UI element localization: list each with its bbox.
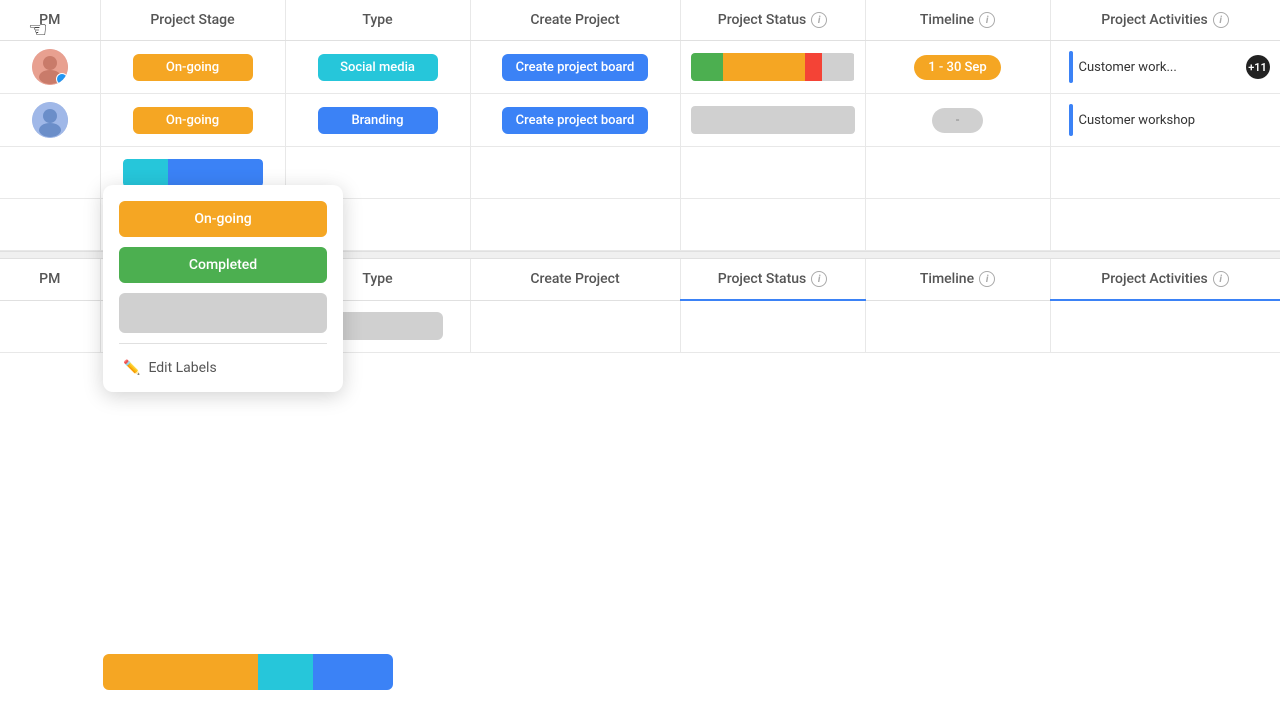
- avatar-2: [32, 102, 68, 138]
- timeline-info-icon[interactable]: i: [979, 12, 995, 28]
- type-cell-1[interactable]: Social media: [285, 41, 470, 94]
- dropdown-option-completed[interactable]: Completed: [119, 247, 327, 283]
- th-project-stage[interactable]: Project Stage: [100, 0, 285, 41]
- status-bar-2: [691, 106, 855, 134]
- empty-create-3: [470, 147, 680, 199]
- stage-badge-1[interactable]: On-going: [133, 54, 253, 81]
- avatar-badge-1: [56, 73, 68, 85]
- th2-project-status[interactable]: Project Status i: [680, 259, 865, 300]
- progress-bar-orange: [103, 654, 258, 690]
- timeline-pill-1: 1 - 30 Sep: [914, 55, 1000, 80]
- empty-create-4: [470, 199, 680, 251]
- activity-text-1: Customer work...: [1079, 60, 1240, 75]
- empty-pm-4: [0, 199, 100, 251]
- th-pm: PM: [0, 0, 100, 41]
- avatar-1: [32, 49, 68, 85]
- bottom-status-1: [680, 300, 865, 352]
- th-create-project[interactable]: Create Project: [470, 0, 680, 41]
- th2-project-activities[interactable]: Project Activities i: [1050, 259, 1280, 300]
- create-project-btn-1[interactable]: Create project board: [502, 54, 649, 81]
- timeline-dash-2: -: [932, 108, 984, 133]
- edit-labels-text[interactable]: Edit Labels: [148, 360, 216, 376]
- empty-pm-3: [0, 147, 100, 199]
- status-cell-1: [680, 41, 865, 94]
- empty-status-4: [680, 199, 865, 251]
- empty-timeline-4: [865, 199, 1050, 251]
- activities-cell-2: Customer workshop: [1050, 94, 1280, 147]
- table-row: On-going Social media Create project boa…: [0, 41, 1280, 94]
- activity-bar-2: [1069, 104, 1073, 136]
- dropdown-option-empty[interactable]: [119, 293, 327, 333]
- project-status-info-icon[interactable]: i: [811, 12, 827, 28]
- edit-labels-button[interactable]: ✏️ Edit Labels: [119, 352, 327, 376]
- empty-status-3: [680, 147, 865, 199]
- bottom-activities-1: [1050, 300, 1280, 352]
- table-row: On-going Branding Create project board -…: [0, 94, 1280, 147]
- th-timeline[interactable]: Timeline i: [865, 0, 1050, 41]
- stage-dropdown: On-going Completed ✏️ Edit Labels: [103, 185, 343, 392]
- stage-badge-2[interactable]: On-going: [133, 107, 253, 134]
- status-cell-2: [680, 94, 865, 147]
- create-cell-2[interactable]: Create project board: [470, 94, 680, 147]
- dropdown-divider: [119, 343, 327, 344]
- th-project-status[interactable]: Project Status i: [680, 0, 865, 41]
- timeline-cell-1: 1 - 30 Sep: [865, 41, 1050, 94]
- type-badge-2[interactable]: Branding: [318, 107, 438, 134]
- th-project-activities[interactable]: Project Activities i: [1050, 0, 1280, 41]
- th2-create-project: Create Project: [470, 259, 680, 300]
- progress-bar-teal: [258, 654, 313, 690]
- activities-cell-1: Customer work... +11: [1050, 41, 1280, 94]
- stage-cell-1[interactable]: On-going: [100, 41, 285, 94]
- activities-container-2: Customer workshop: [1061, 104, 1270, 136]
- status-bar-1: [691, 53, 855, 81]
- empty-activities-3: [1050, 147, 1280, 199]
- create-cell-1[interactable]: Create project board: [470, 41, 680, 94]
- th-type[interactable]: Type: [285, 0, 470, 41]
- empty-activities-4: [1050, 199, 1280, 251]
- th2-pm: PM: [0, 259, 100, 300]
- edit-icon: ✏️: [123, 360, 140, 376]
- project-activities-info-icon[interactable]: i: [1213, 12, 1229, 28]
- create-project-btn-2[interactable]: Create project board: [502, 107, 649, 134]
- empty-timeline-3: [865, 147, 1050, 199]
- timeline-cell-2: -: [865, 94, 1050, 147]
- pm-cell-1: [0, 41, 100, 94]
- type-cell-2[interactable]: Branding: [285, 94, 470, 147]
- bottom-timeline-1: [865, 300, 1050, 352]
- activity-bar-1: [1069, 51, 1073, 83]
- dropdown-option-ongoing[interactable]: On-going: [119, 201, 327, 237]
- pm-cell-2: [0, 94, 100, 147]
- bottom-create-1: [470, 300, 680, 352]
- th2-timeline-info-icon[interactable]: i: [979, 271, 995, 287]
- bottom-pm-1: [0, 300, 100, 352]
- th2-timeline[interactable]: Timeline i: [865, 259, 1050, 300]
- th2-project-activities-info-icon[interactable]: i: [1213, 271, 1229, 287]
- type-badge-1[interactable]: Social media: [318, 54, 438, 81]
- bottom-progress-bars: [103, 654, 393, 690]
- activity-text-2: Customer workshop: [1079, 113, 1270, 128]
- activities-container-1: Customer work... +11: [1061, 51, 1270, 83]
- th2-project-status-info-icon[interactable]: i: [811, 271, 827, 287]
- stage-cell-2[interactable]: On-going: [100, 94, 285, 147]
- progress-bar-blue: [313, 654, 393, 690]
- activity-badge-1[interactable]: +11: [1246, 55, 1270, 79]
